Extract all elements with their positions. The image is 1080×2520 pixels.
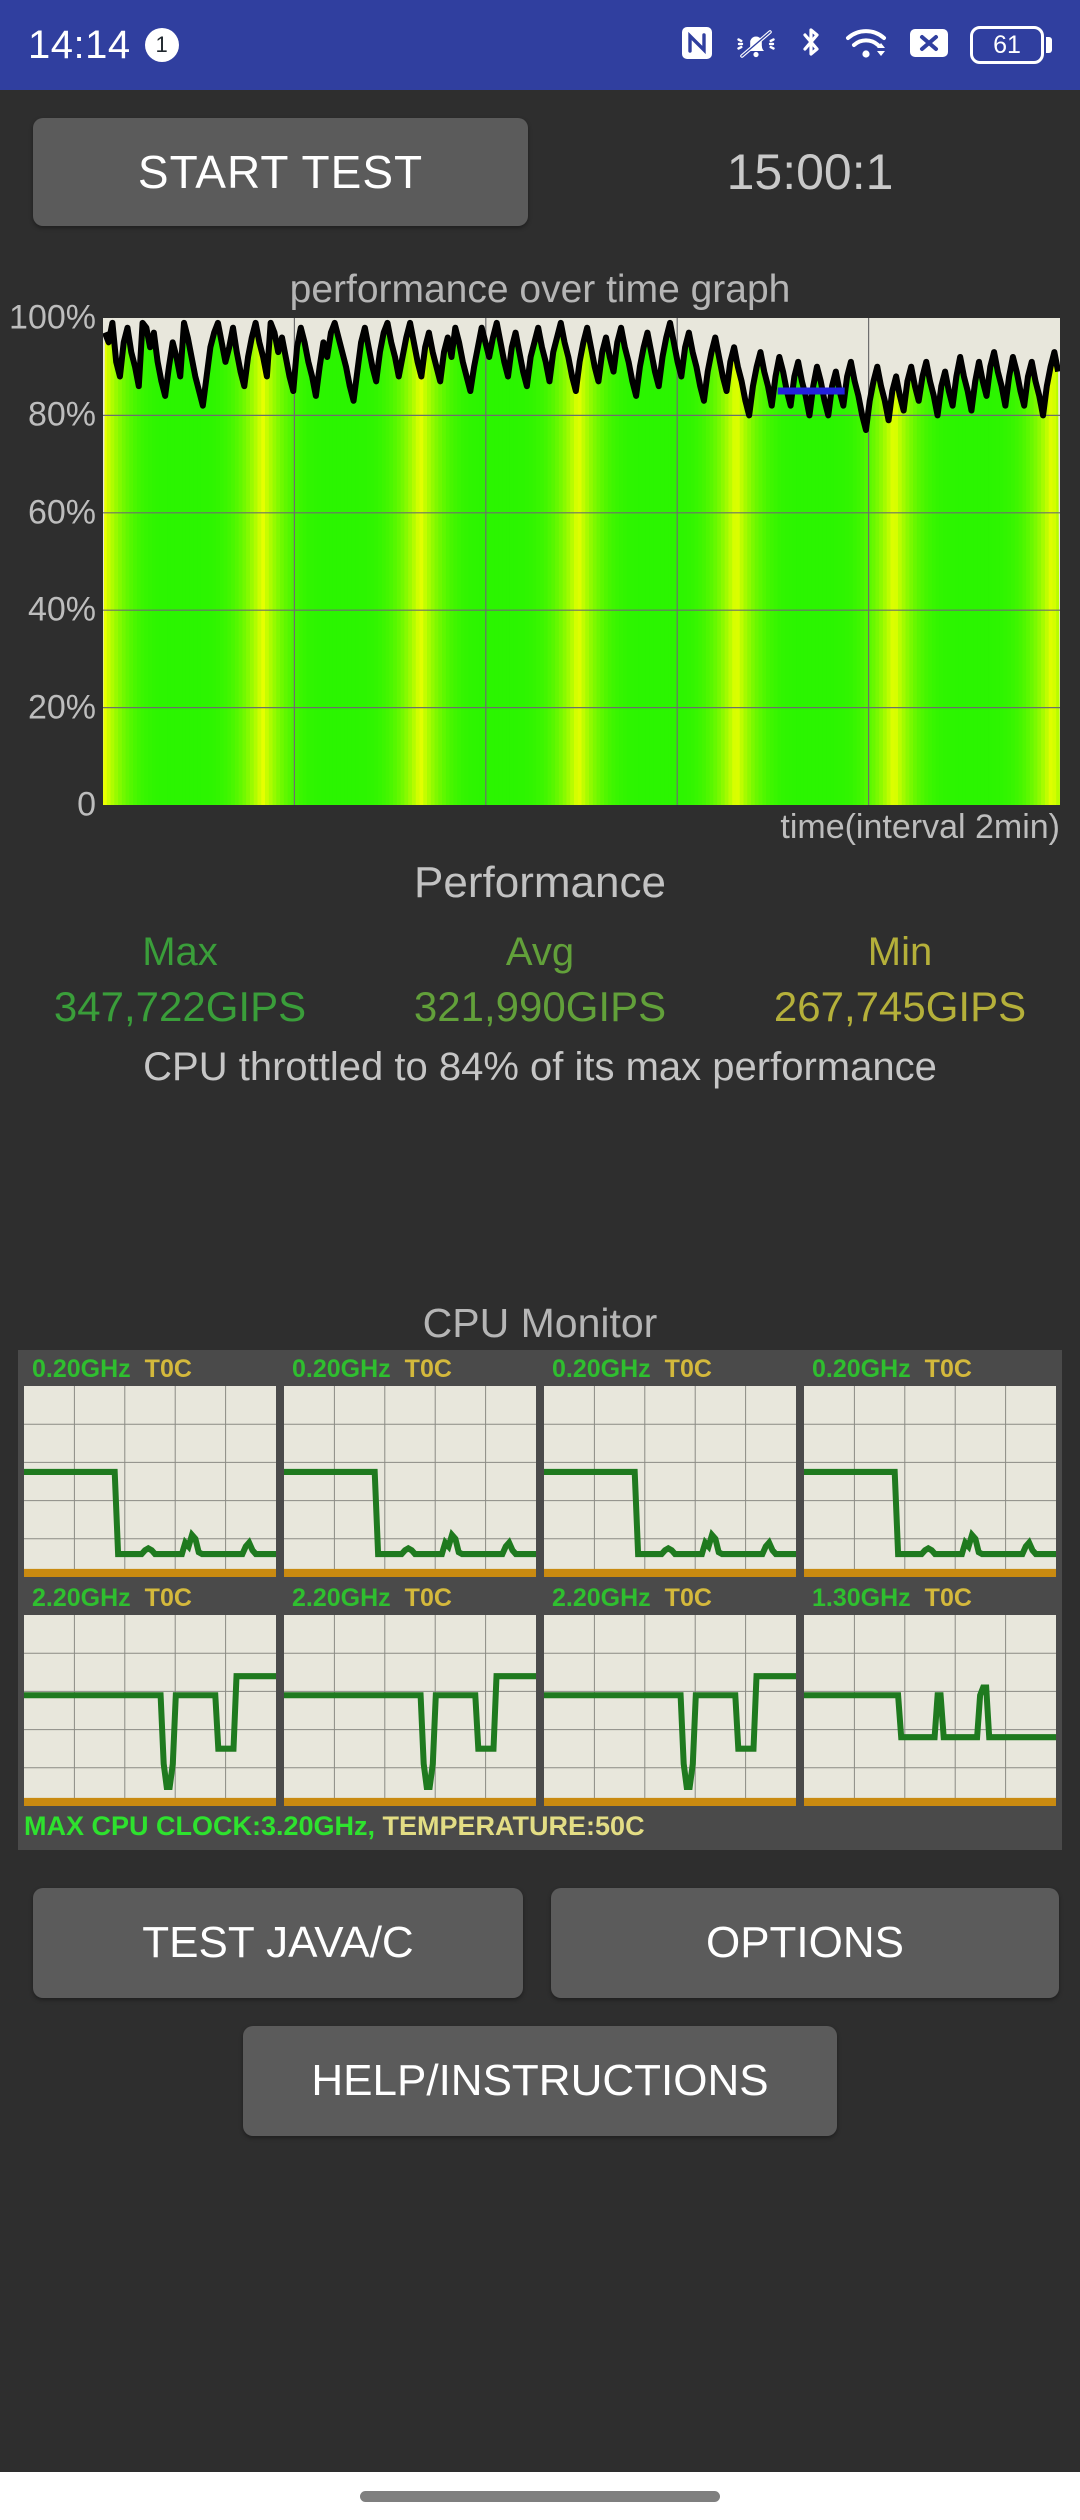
cpu-core-header: 1.30GHz T0C bbox=[804, 1583, 1056, 1613]
cpu-core-cell: 2.20GHz T0C bbox=[24, 1583, 276, 1806]
cpu-core-cell: 0.20GHz T0C bbox=[544, 1354, 796, 1577]
cpu-core-clock: 2.20GHz bbox=[552, 1584, 651, 1613]
cpu-core-plot bbox=[544, 1386, 796, 1577]
cpu-core-header: 2.20GHz T0C bbox=[24, 1583, 276, 1613]
notifications-muted-icon bbox=[734, 25, 778, 66]
status-bar-right: 61 bbox=[680, 24, 1052, 67]
bluetooth-icon bbox=[798, 24, 824, 67]
help-instructions-button[interactable]: HELP/INSTRUCTIONS bbox=[243, 2026, 837, 2136]
home-gesture-pill[interactable] bbox=[360, 2491, 720, 2502]
stat-max-value: 347,722GIPS bbox=[0, 979, 360, 1035]
cpu-core-header: 0.20GHz T0C bbox=[284, 1354, 536, 1384]
cpu-core-svg bbox=[24, 1386, 276, 1577]
cpu-core-svg bbox=[24, 1615, 276, 1806]
performance-graph: 100%80%60%40%20%0 bbox=[0, 318, 1080, 808]
sim-missing-icon bbox=[908, 26, 950, 65]
stat-avg-value: 321,990GIPS bbox=[360, 979, 720, 1035]
battery-level-text: 61 bbox=[970, 26, 1044, 64]
y-axis-tick: 100% bbox=[9, 299, 96, 338]
cpu-core-plot bbox=[24, 1615, 276, 1806]
stat-min-label: Min bbox=[720, 925, 1080, 979]
cpu-core-header: 0.20GHz T0C bbox=[24, 1354, 276, 1384]
cpu-core-temp: T0C bbox=[405, 1355, 452, 1384]
cpu-core-cell: 0.20GHz T0C bbox=[284, 1354, 536, 1577]
cpu-core-svg bbox=[544, 1615, 796, 1806]
cpu-core-grid: 0.20GHz T0C 0.20GHz T0C 0.20GHz T0C 0.20GHz T0C… bbox=[24, 1354, 1056, 1806]
cpu-core-clock: 0.20GHz bbox=[32, 1355, 131, 1384]
cpu-core-svg bbox=[284, 1386, 536, 1577]
test-java-c-button[interactable]: TEST JAVA/C bbox=[33, 1888, 523, 1998]
cpu-core-plot bbox=[284, 1615, 536, 1806]
cpu-core-clock: 0.20GHz bbox=[552, 1355, 651, 1384]
stat-avg-label: Avg bbox=[360, 925, 720, 979]
cpu-core-clock: 0.20GHz bbox=[292, 1355, 391, 1384]
test-timer: 15:00:1 bbox=[560, 118, 1060, 226]
throttle-message: CPU throttled to 84% of its max performa… bbox=[0, 1045, 1080, 1090]
stat-min: Min 267,745GIPS bbox=[720, 925, 1080, 1035]
cpu-core-svg bbox=[284, 1615, 536, 1806]
performance-graph-y-axis: 100%80%60%40%20%0 bbox=[0, 318, 100, 808]
cpu-core-cell: 2.20GHz T0C bbox=[284, 1583, 536, 1806]
cpu-core-header: 0.20GHz T0C bbox=[544, 1354, 796, 1384]
cpu-core-plot bbox=[804, 1386, 1056, 1577]
cpu-max-clock-text: MAX CPU CLOCK:3.20GHz, bbox=[24, 1811, 375, 1841]
status-bar-left: 14:14 1 bbox=[28, 23, 179, 68]
cpu-monitor-panel: 0.20GHz T0C 0.20GHz T0C 0.20GHz T0C 0.20GHz T0C… bbox=[18, 1350, 1062, 1850]
system-nav-bar bbox=[0, 2472, 1080, 2520]
cpu-core-temp: T0C bbox=[145, 1584, 192, 1613]
cpu-core-clock: 2.20GHz bbox=[32, 1584, 131, 1613]
cpu-core-temp: T0C bbox=[925, 1355, 972, 1384]
wifi-icon bbox=[844, 25, 888, 66]
cpu-core-cell: 0.20GHz T0C bbox=[24, 1354, 276, 1577]
cpu-core-cell: 1.30GHz T0C bbox=[804, 1583, 1056, 1806]
cpu-core-temp: T0C bbox=[665, 1355, 712, 1384]
performance-stats: Max 347,722GIPS Avg 321,990GIPS Min 267,… bbox=[0, 925, 1080, 1035]
performance-graph-plot bbox=[103, 318, 1060, 805]
cpu-core-clock: 1.30GHz bbox=[812, 1584, 911, 1613]
cpu-monitor-footer: MAX CPU CLOCK:3.20GHz, TEMPERATURE:50C bbox=[24, 1811, 1056, 1842]
y-axis-tick: 80% bbox=[28, 396, 96, 435]
start-test-button[interactable]: START TEST bbox=[33, 118, 528, 226]
cpu-core-svg bbox=[544, 1386, 796, 1577]
cpu-core-plot bbox=[804, 1615, 1056, 1806]
status-bar-clock: 14:14 bbox=[28, 23, 131, 68]
cpu-core-clock: 0.20GHz bbox=[812, 1355, 911, 1384]
cpu-core-temp: T0C bbox=[405, 1584, 452, 1613]
battery-icon: 61 bbox=[970, 26, 1052, 64]
stat-max-label: Max bbox=[0, 925, 360, 979]
performance-section-title: Performance bbox=[0, 858, 1080, 908]
cpu-core-plot bbox=[284, 1386, 536, 1577]
cpu-core-temp: T0C bbox=[925, 1584, 972, 1613]
y-axis-tick: 20% bbox=[28, 688, 96, 727]
performance-graph-x-axis-label: time(interval 2min) bbox=[780, 808, 1060, 847]
cpu-temperature-text: TEMPERATURE:50C bbox=[375, 1811, 645, 1841]
cpu-core-header: 2.20GHz T0C bbox=[284, 1583, 536, 1613]
options-button[interactable]: OPTIONS bbox=[551, 1888, 1059, 1998]
battery-tip bbox=[1046, 37, 1052, 53]
stat-avg: Avg 321,990GIPS bbox=[360, 925, 720, 1035]
nfc-icon bbox=[680, 25, 714, 66]
top-controls: START TEST 15:00:1 bbox=[0, 118, 1080, 228]
notification-count-badge: 1 bbox=[145, 28, 179, 62]
cpu-core-cell: 0.20GHz T0C bbox=[804, 1354, 1056, 1577]
cpu-core-clock: 2.20GHz bbox=[292, 1584, 391, 1613]
cpu-core-cell: 2.20GHz T0C bbox=[544, 1583, 796, 1806]
cpu-core-plot bbox=[544, 1615, 796, 1806]
y-axis-tick: 60% bbox=[28, 493, 96, 532]
cpu-monitor-title: CPU Monitor bbox=[0, 1300, 1080, 1347]
stat-min-value: 267,745GIPS bbox=[720, 979, 1080, 1035]
y-axis-tick: 0 bbox=[77, 786, 96, 825]
status-bar: 14:14 1 bbox=[0, 0, 1080, 90]
stat-max: Max 347,722GIPS bbox=[0, 925, 360, 1035]
cpu-core-svg bbox=[804, 1615, 1056, 1806]
cpu-core-temp: T0C bbox=[665, 1584, 712, 1613]
cpu-core-plot bbox=[24, 1386, 276, 1577]
cpu-core-header: 2.20GHz T0C bbox=[544, 1583, 796, 1613]
cpu-core-svg bbox=[804, 1386, 1056, 1577]
cpu-core-header: 0.20GHz T0C bbox=[804, 1354, 1056, 1384]
performance-graph-title: performance over time graph bbox=[0, 268, 1080, 312]
performance-graph-svg bbox=[103, 318, 1060, 805]
cpu-core-temp: T0C bbox=[145, 1355, 192, 1384]
y-axis-tick: 40% bbox=[28, 591, 96, 630]
